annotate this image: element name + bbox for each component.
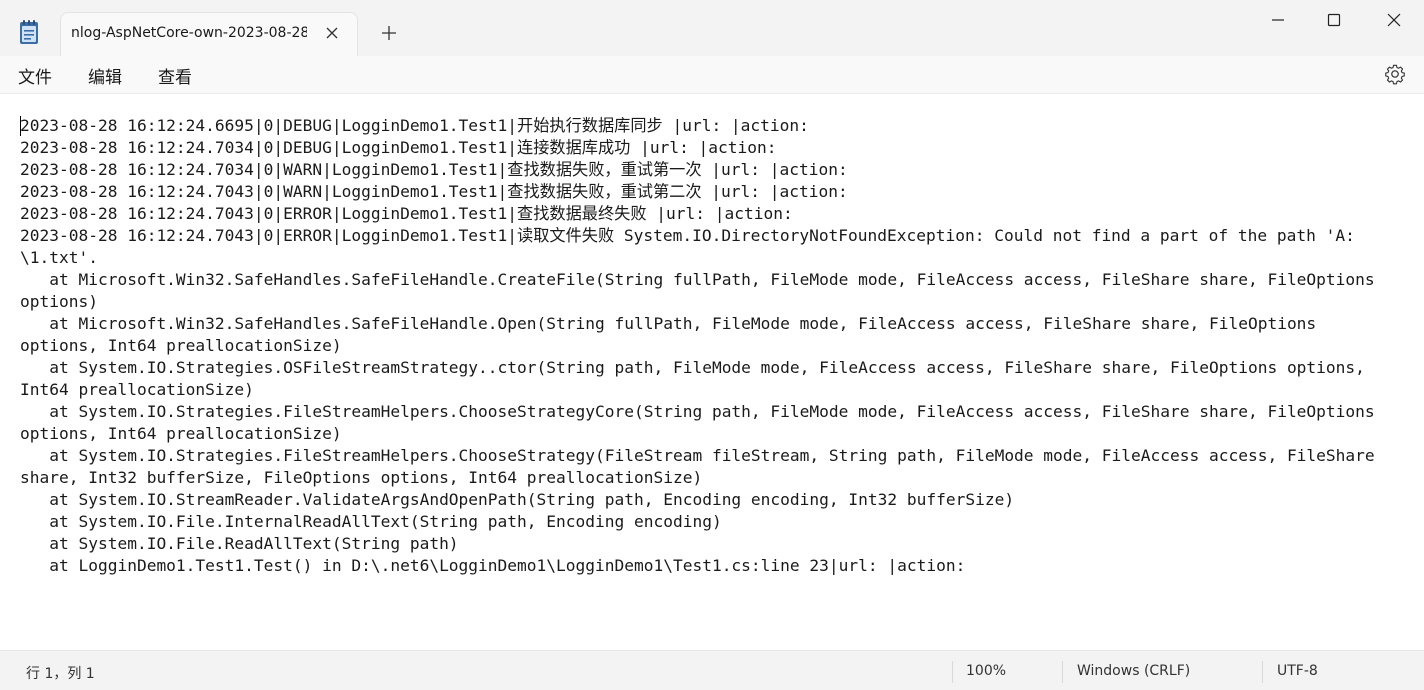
notepad-icon <box>19 19 39 45</box>
status-divider <box>952 661 953 683</box>
text-line: at System.IO.File.InternalReadAllText(St… <box>20 512 722 531</box>
maximize-icon[interactable] <box>1322 8 1346 32</box>
text-line: options) <box>20 292 98 311</box>
line-ending[interactable]: Windows (CRLF) <box>1077 663 1190 679</box>
text-line: at System.IO.StreamReader.ValidateArgsAn… <box>20 490 1015 509</box>
editor-content: 2023-08-28 16:12:24.6695|0|DEBUG|LogginD… <box>20 115 1420 577</box>
menu-edit[interactable]: 编辑 <box>88 63 122 88</box>
text-editor[interactable]: 2023-08-28 16:12:24.6695|0|DEBUG|LogginD… <box>0 95 1424 650</box>
menu-view[interactable]: 查看 <box>158 63 192 88</box>
text-line: at LogginDemo1.Test1.Test() in D:\.net6\… <box>20 556 966 575</box>
tab-title: nlog-AspNetCore-own-2023-08-28 <box>71 25 307 41</box>
text-line: options, Int64 preallocationSize) <box>20 424 342 443</box>
text-line: share, Int32 bufferSize, FileOptions opt… <box>20 468 703 487</box>
text-line: at System.IO.File.ReadAllText(String pat… <box>20 534 459 553</box>
text-line: 2023-08-28 16:12:24.7043|0|ERROR|LogginD… <box>20 226 1355 245</box>
text-line: at Microsoft.Win32.SafeHandles.SafeFileH… <box>20 270 1375 289</box>
text-line: \1.txt'. <box>20 248 98 267</box>
close-window-icon[interactable] <box>1382 8 1406 32</box>
minimize-icon[interactable] <box>1266 8 1290 32</box>
close-tab-icon[interactable] <box>323 24 341 42</box>
text-line: 2023-08-28 16:12:24.7034|0|DEBUG|LogginD… <box>20 138 777 157</box>
text-line: 2023-08-28 16:12:24.7034|0|WARN|LogginDe… <box>20 160 848 179</box>
text-line: at Microsoft.Win32.SafeHandles.SafeFileH… <box>20 314 1317 333</box>
text-line: options, Int64 preallocationSize) <box>20 336 342 355</box>
menu-file[interactable]: 文件 <box>18 63 52 88</box>
menu-bar: 文件 编辑 查看 <box>0 56 1424 94</box>
gear-icon[interactable] <box>1384 63 1406 85</box>
encoding[interactable]: UTF-8 <box>1277 663 1318 679</box>
status-divider <box>1062 661 1063 683</box>
text-line: 2023-08-28 16:12:24.7043|0|WARN|LogginDe… <box>20 182 848 201</box>
title-bar: nlog-AspNetCore-own-2023-08-28 <box>0 0 1424 56</box>
tab-active-file[interactable]: nlog-AspNetCore-own-2023-08-28 <box>60 12 358 56</box>
text-line: at System.IO.Strategies.OSFileStreamStra… <box>20 358 1365 377</box>
cursor-position[interactable]: 行 1，列 1 <box>26 663 95 683</box>
text-line: 2023-08-28 16:12:24.7043|0|ERROR|LogginD… <box>20 204 793 223</box>
text-line: at System.IO.Strategies.FileStreamHelper… <box>20 446 1375 465</box>
text-line: Int64 preallocationSize) <box>20 380 254 399</box>
new-tab-plus-icon[interactable] <box>378 22 400 44</box>
zoom-level[interactable]: 100% <box>966 663 1006 679</box>
text-line: at System.IO.Strategies.FileStreamHelper… <box>20 402 1375 421</box>
text-line: 2023-08-28 16:12:24.6695|0|DEBUG|LogginD… <box>20 116 809 135</box>
status-bar: 行 1，列 1 100% Windows (CRLF) UTF-8 <box>0 650 1424 690</box>
status-divider <box>1262 661 1263 683</box>
